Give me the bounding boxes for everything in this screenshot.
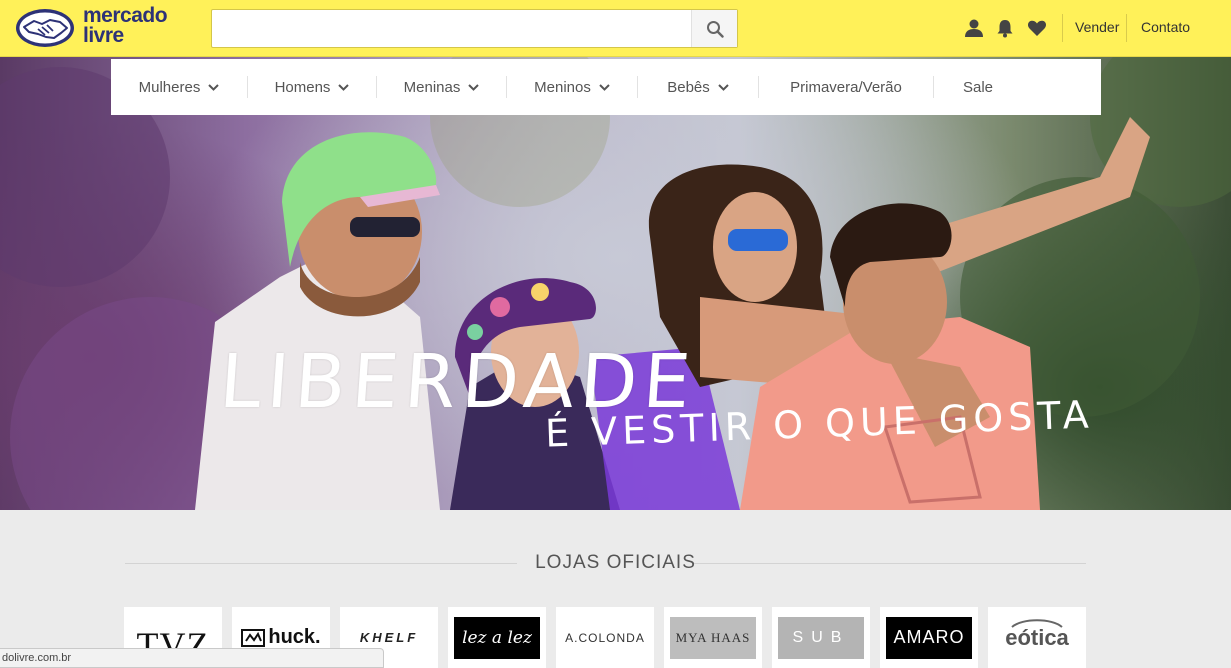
eotica-swoosh-icon bbox=[1011, 618, 1063, 628]
chevron-down-icon bbox=[468, 83, 480, 91]
brand-logo: eótica bbox=[995, 617, 1079, 659]
nav-item-mulheres[interactable]: Mulheres bbox=[111, 59, 247, 115]
search-button[interactable] bbox=[691, 10, 737, 47]
search-icon bbox=[706, 20, 724, 38]
search-input[interactable] bbox=[212, 10, 692, 47]
logo-wordmark: mercado livre bbox=[83, 4, 168, 47]
nav-item-label: Primavera/Verão bbox=[790, 78, 902, 96]
nav-item-label: Meninas bbox=[403, 78, 461, 96]
site-header: mercado livre Vender Contato bbox=[0, 0, 1231, 57]
brand-lez-a-lez[interactable]: lez a lez bbox=[448, 607, 546, 668]
nav-item-sale[interactable]: Sale bbox=[934, 59, 1022, 115]
brand-colonda[interactable]: A.COLONDA bbox=[556, 607, 654, 668]
header-divider bbox=[1126, 14, 1127, 42]
search-bar bbox=[211, 9, 738, 48]
nav-item-label: Bebês bbox=[667, 78, 710, 96]
nav-item-label: Homens bbox=[274, 78, 331, 96]
heart-icon[interactable] bbox=[1027, 18, 1047, 38]
status-url-text: dolivre.com.br bbox=[2, 652, 72, 664]
chevron-down-icon bbox=[338, 83, 350, 91]
brand-logo: SUB bbox=[778, 616, 864, 659]
brand-eotica[interactable]: eótica bbox=[988, 607, 1086, 668]
chevron-down-icon bbox=[718, 83, 729, 91]
brand-logo: AMARO bbox=[886, 616, 972, 659]
nav-item-label: Meninos bbox=[534, 78, 591, 96]
handshake-logo-icon bbox=[16, 9, 74, 47]
brand-amaro[interactable]: AMARO bbox=[880, 607, 978, 668]
category-nav: Mulheres Homens Meninas Meninos Bebês Pr… bbox=[111, 59, 1101, 115]
browser-status-bar: dolivre.com.br bbox=[0, 648, 384, 668]
nav-item-label: Sale bbox=[962, 78, 994, 96]
brand-mya-haas[interactable]: MYA HAAS bbox=[664, 607, 762, 668]
user-icon[interactable] bbox=[964, 18, 984, 38]
brand-logo: lez a lez bbox=[454, 616, 540, 659]
vender-link[interactable]: Vender bbox=[1075, 19, 1119, 35]
contato-link[interactable]: Contato bbox=[1141, 19, 1190, 35]
hero-banner[interactable]: LIBERDADE É VESTIR O QUE GOSTA bbox=[0, 57, 1231, 510]
nav-item-meninas[interactable]: Meninas bbox=[377, 59, 506, 115]
nav-item-bebes[interactable]: Bebês bbox=[638, 59, 758, 115]
brand-sub[interactable]: SUB bbox=[772, 607, 870, 668]
bell-icon[interactable] bbox=[995, 18, 1015, 38]
header-divider bbox=[1062, 14, 1063, 42]
brand-logo: MYA HAAS bbox=[670, 616, 756, 659]
nav-item-meninos[interactable]: Meninos bbox=[507, 59, 637, 115]
huck-mascot-icon bbox=[241, 628, 266, 647]
lojas-oficiais-title: LOJAS OFICIAIS bbox=[535, 552, 696, 573]
chevron-down-icon bbox=[599, 83, 610, 91]
nav-item-label: Mulheres bbox=[138, 78, 201, 96]
brand-logo: A.COLONDA bbox=[565, 630, 645, 645]
mercado-livre-logo[interactable]: mercado livre bbox=[14, 4, 184, 52]
nav-item-primavera-verao[interactable]: Primavera/Verão bbox=[759, 59, 933, 115]
nav-item-homens[interactable]: Homens bbox=[248, 59, 376, 115]
chevron-down-icon bbox=[208, 83, 220, 91]
